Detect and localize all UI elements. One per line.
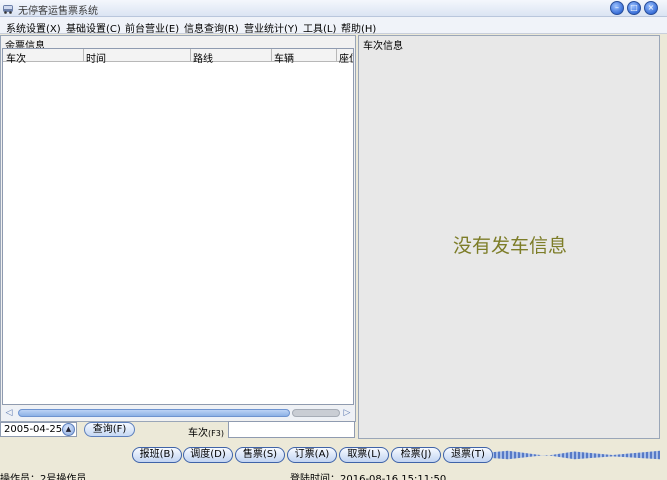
- dispatch-button[interactable]: 调度(D): [183, 447, 233, 463]
- minimize-icon: –: [615, 3, 619, 12]
- collect-ticket-button[interactable]: 取票(L): [339, 447, 389, 463]
- scrollbar-track[interactable]: [292, 409, 340, 417]
- column-header-route[interactable]: 路线: [193, 50, 268, 65]
- menu-base-settings[interactable]: 基础设置(C): [66, 20, 121, 35]
- sell-ticket-button[interactable]: 售票(S): [235, 447, 285, 463]
- menu-help[interactable]: 帮助(H): [341, 20, 376, 35]
- train-label-text: 车次: [188, 428, 208, 439]
- close-button[interactable]: ×: [644, 1, 658, 15]
- menu-bar: 系统设置(X) 基础设置(C) 前台营业(E) 信息查询(R) 营业统计(Y) …: [0, 17, 667, 35]
- close-icon: ×: [647, 3, 655, 12]
- menu-info-query[interactable]: 信息查询(R): [184, 20, 239, 35]
- menu-tools[interactable]: 工具(L): [303, 20, 336, 35]
- empty-message: 没有发车信息: [452, 235, 567, 257]
- minimize-button[interactable]: –: [610, 1, 624, 15]
- report-shift-button[interactable]: 报班(B): [132, 447, 182, 463]
- remaining-tickets-panel: 余票信息 车次 时间 路线 车辆 座位 ◁ ▷: [0, 35, 356, 422]
- spinner-icon: ▲: [65, 425, 72, 433]
- book-ticket-button[interactable]: 订票(A): [287, 447, 337, 463]
- remaining-tickets-table[interactable]: 车次 时间 路线 车辆 座位: [2, 48, 354, 405]
- scrollbar-thumb[interactable]: [18, 409, 290, 417]
- title-bar: 无停客运售票系统 – □ ×: [0, 0, 667, 17]
- operator-status: 操作员：2号操作员: [0, 474, 87, 480]
- horizontal-scrollbar[interactable]: ◁ ▷: [2, 406, 354, 420]
- menu-system-settings[interactable]: 系统设置(X): [6, 20, 61, 35]
- train-number-input[interactable]: [228, 421, 355, 438]
- column-header-time[interactable]: 时间: [86, 50, 186, 65]
- train-number-label: 车次(F3): [188, 424, 224, 439]
- scroll-right-icon[interactable]: ▷: [342, 408, 352, 418]
- scroll-left-icon[interactable]: ◁: [4, 408, 14, 418]
- train-info-title: 车次信息: [363, 41, 403, 52]
- app-icon: [3, 5, 13, 14]
- restore-icon: □: [630, 3, 638, 12]
- query-button[interactable]: 查询(F): [84, 422, 135, 437]
- status-bar: 操作员：2号操作员 登陆时间：2016-08-16 15:11:50: [0, 469, 667, 480]
- restore-button[interactable]: □: [627, 1, 641, 15]
- menu-front-desk[interactable]: 前台营业(E): [125, 20, 179, 35]
- table-header: 车次 时间 路线 车辆 座位: [3, 49, 353, 65]
- check-ticket-button[interactable]: 检票(J): [391, 447, 441, 463]
- date-spinner-button[interactable]: ▲: [62, 423, 75, 436]
- column-header-seats[interactable]: 座位: [339, 50, 353, 65]
- login-time-status: 登陆时间：2016-08-16 15:11:50: [290, 474, 447, 480]
- train-shortcut: (F3): [208, 429, 224, 438]
- column-header-vehicle[interactable]: 车辆: [274, 50, 334, 65]
- train-info-panel: 车次信息 没有发车信息: [358, 35, 660, 439]
- column-header-train[interactable]: 车次: [6, 50, 76, 65]
- refund-ticket-button[interactable]: 退票(T): [443, 447, 493, 463]
- menu-business-stats[interactable]: 营业统计(Y): [244, 20, 298, 35]
- window-title: 无停客运售票系统: [18, 6, 98, 17]
